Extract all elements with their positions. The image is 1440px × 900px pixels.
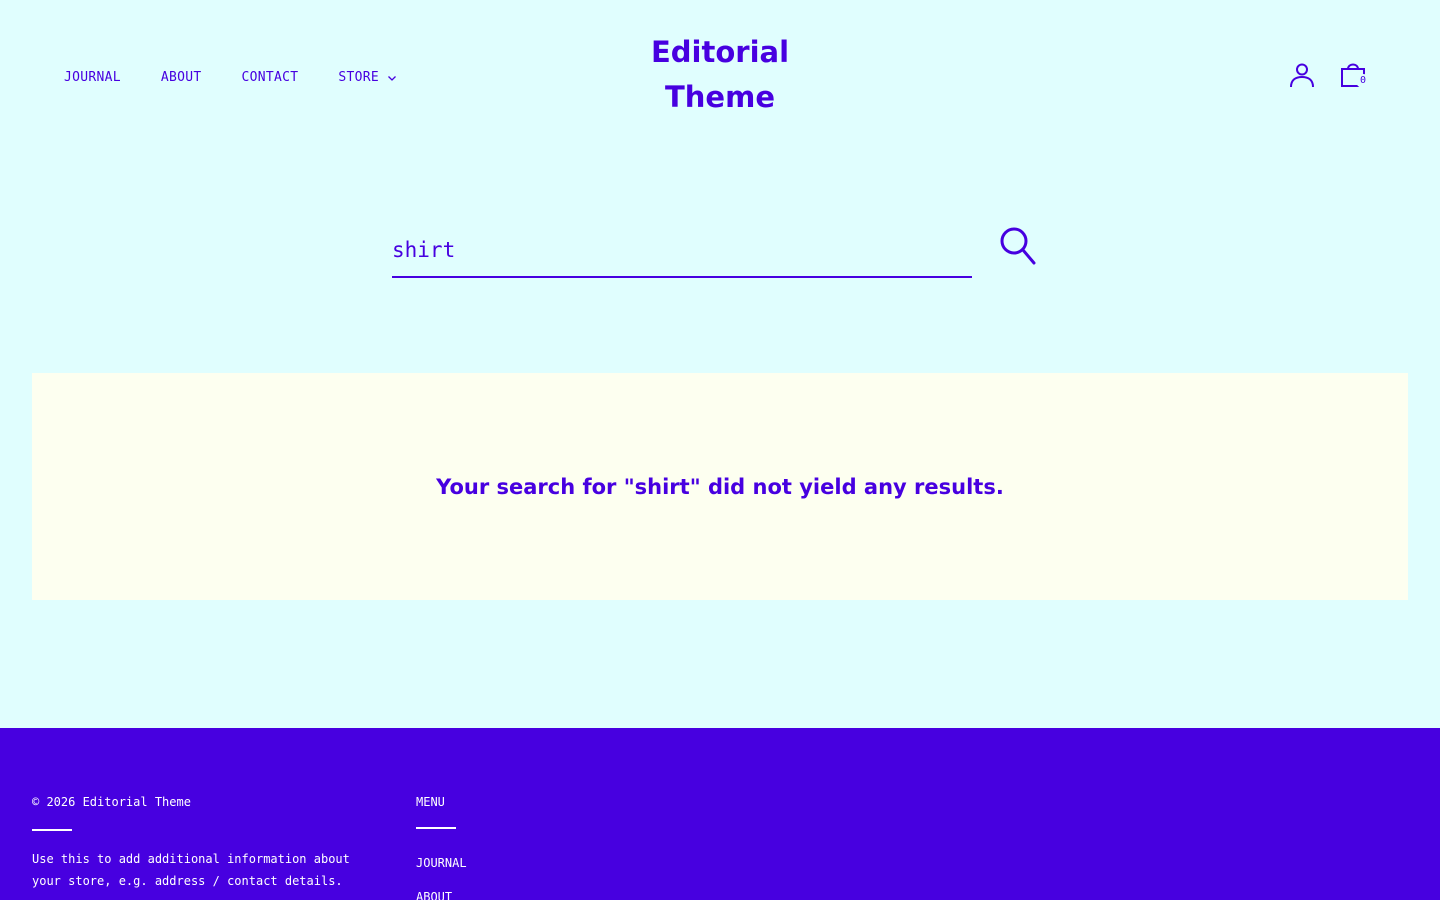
main-nav: JOURNAL ABOUT CONTACT STORE [64, 68, 397, 88]
nav-item-about[interactable]: ABOUT [161, 68, 202, 88]
search-icon [1000, 227, 1036, 265]
search-button[interactable] [998, 226, 1038, 266]
footer-menu-item-journal[interactable]: JOURNAL [416, 855, 616, 871]
divider [416, 827, 456, 829]
nav-item-label: STORE [338, 70, 380, 85]
cart-count-badge: 0 [1356, 74, 1370, 88]
nav-item-store[interactable]: STORE [338, 68, 397, 88]
footer-menu-list: JOURNAL ABOUT [416, 855, 616, 900]
page: JOURNAL ABOUT CONTACT STORE Editorial Th… [0, 0, 1440, 900]
footer-menu: MENU JOURNAL ABOUT [416, 794, 616, 900]
chevron-down-icon [388, 76, 397, 81]
nav-item-label: ABOUT [160, 70, 202, 85]
search-input[interactable] [392, 224, 972, 278]
nav-item-label: JOURNAL [64, 70, 121, 85]
nav-item-journal[interactable]: JOURNAL [64, 68, 121, 88]
copyright-text: © 2026 Editorial Theme [32, 795, 191, 809]
site-logo[interactable]: Editorial Theme [620, 30, 820, 120]
footer-info: © 2026 Editorial Theme Use this to add a… [32, 794, 362, 892]
cart-button[interactable]: 0 [1338, 60, 1374, 94]
logo-line-1: Editorial [650, 35, 790, 69]
site-footer: © 2026 Editorial Theme Use this to add a… [0, 728, 1440, 900]
footer-menu-heading: MENU [416, 795, 445, 809]
account-icon[interactable] [1288, 61, 1316, 89]
search-results-panel: Your search for "shirt" did not yield an… [32, 373, 1408, 600]
footer-about-text: Use this to add additional information a… [32, 852, 350, 888]
nav-item-contact[interactable]: CONTACT [242, 68, 299, 88]
search-form [392, 224, 1048, 280]
divider [32, 829, 72, 831]
logo-line-2: Theme [665, 80, 775, 114]
footer-menu-item-about[interactable]: ABOUT [416, 889, 616, 900]
no-results-message: Your search for "shirt" did not yield an… [436, 474, 1004, 499]
site-header: JOURNAL ABOUT CONTACT STORE Editorial Th… [0, 0, 1440, 150]
nav-item-label: CONTACT [241, 70, 299, 85]
